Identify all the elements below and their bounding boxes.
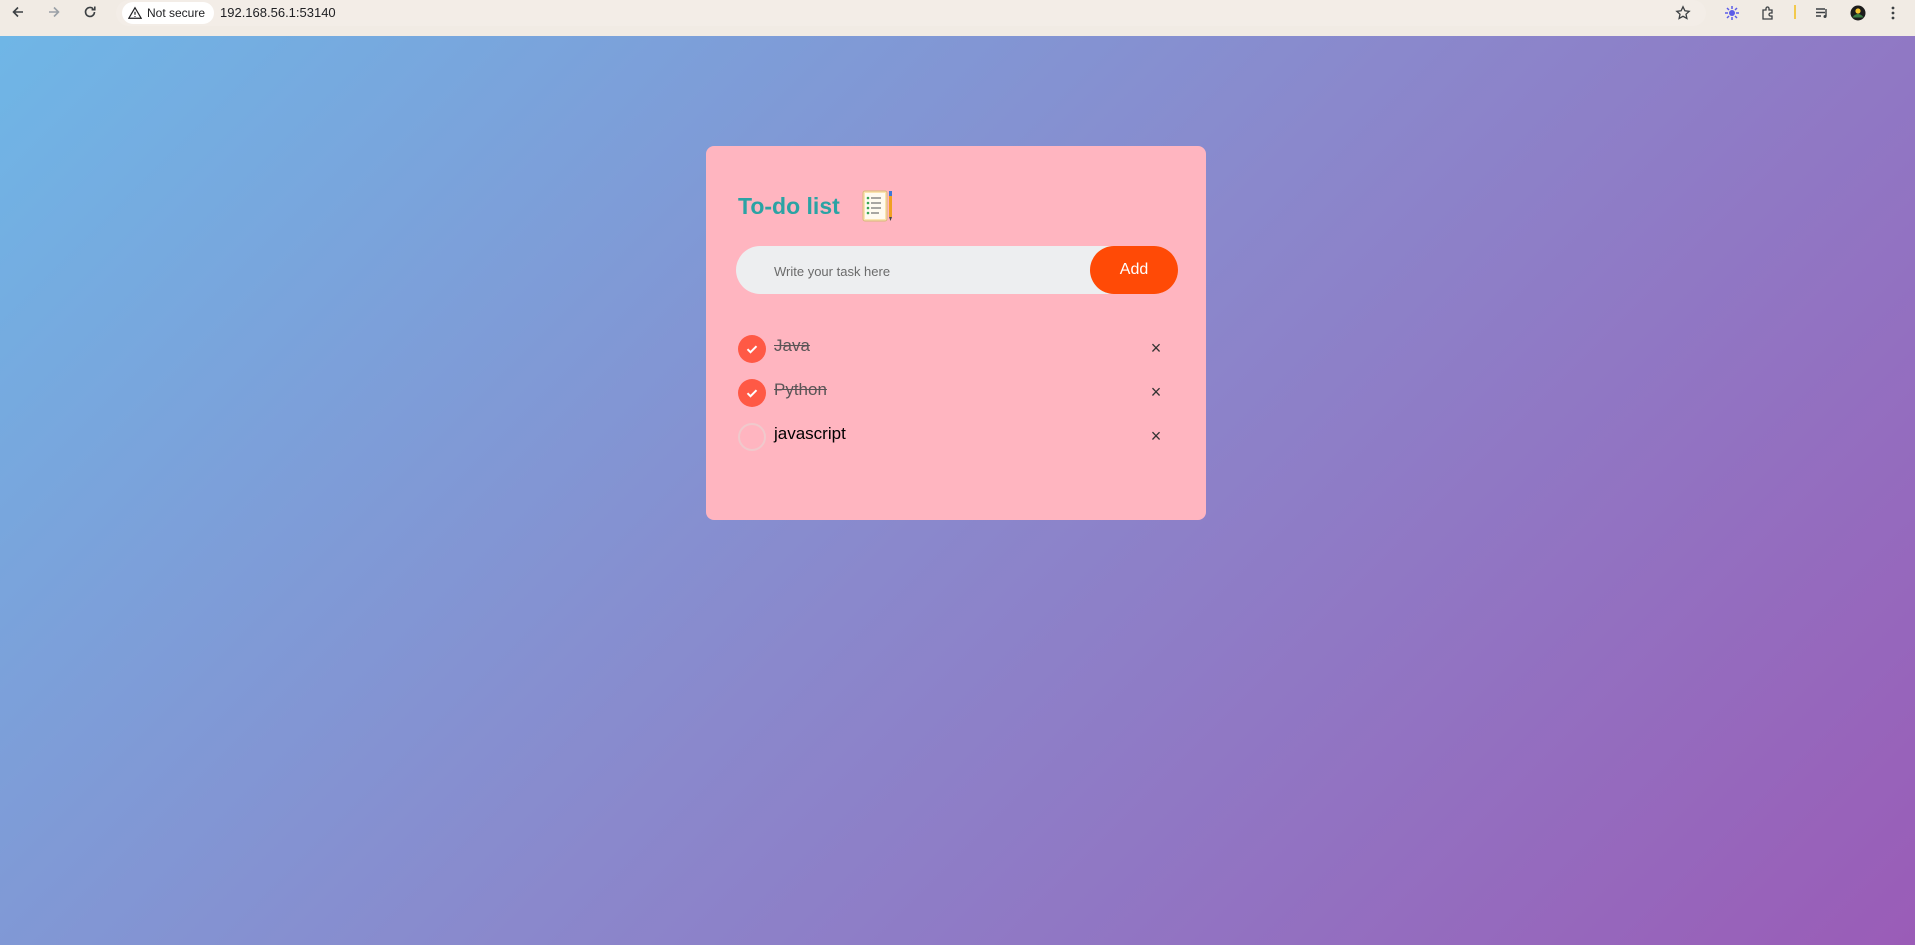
task-text: Python	[774, 380, 827, 399]
url-text[interactable]: 192.168.56.1:53140	[220, 5, 336, 20]
task-list: Java × Python × javascript ×	[738, 326, 1178, 458]
task-item[interactable]: Java ×	[738, 326, 1178, 370]
task-input-row: Add	[736, 246, 1178, 296]
todo-card: To-do list Add Java	[706, 146, 1206, 520]
back-arrow-icon[interactable]	[7, 1, 29, 23]
task-text: javascript	[774, 424, 846, 443]
delete-icon[interactable]: ×	[1146, 426, 1166, 446]
address-bar[interactable]: Not secure 192.168.56.1:53140	[116, 0, 1706, 26]
checklist-notebook-icon	[862, 190, 892, 222]
delete-icon[interactable]: ×	[1146, 338, 1166, 358]
checked-circle-icon[interactable]	[738, 378, 766, 407]
security-label: Not secure	[147, 6, 206, 20]
task-text: Java	[774, 336, 810, 355]
security-chip[interactable]: Not secure	[122, 2, 215, 24]
browser-toolbar: Not secure 192.168.56.1:53140	[0, 0, 1915, 36]
add-button[interactable]: Add	[1090, 246, 1178, 294]
title-row: To-do list	[738, 188, 896, 224]
delete-icon[interactable]: ×	[1146, 382, 1166, 402]
task-item[interactable]: Python ×	[738, 370, 1178, 414]
star-icon[interactable]	[1672, 2, 1694, 24]
extension-icon[interactable]	[1721, 2, 1743, 24]
profile-avatar-icon[interactable]	[1847, 2, 1869, 24]
task-input[interactable]	[772, 246, 1086, 296]
page-title: To-do list	[738, 192, 840, 219]
page-background: To-do list Add Java	[0, 36, 1915, 945]
forward-arrow-icon[interactable]	[43, 1, 65, 23]
unchecked-circle-icon[interactable]	[738, 422, 766, 451]
reload-icon[interactable]	[79, 1, 101, 23]
puzzle-icon[interactable]	[1757, 2, 1779, 24]
menu-kebab-icon[interactable]	[1882, 2, 1904, 24]
checked-circle-icon[interactable]	[738, 334, 766, 363]
warning-icon	[128, 6, 142, 19]
toolbar-divider	[1794, 5, 1796, 19]
media-icon[interactable]	[1811, 2, 1833, 24]
task-item[interactable]: javascript ×	[738, 414, 1178, 458]
